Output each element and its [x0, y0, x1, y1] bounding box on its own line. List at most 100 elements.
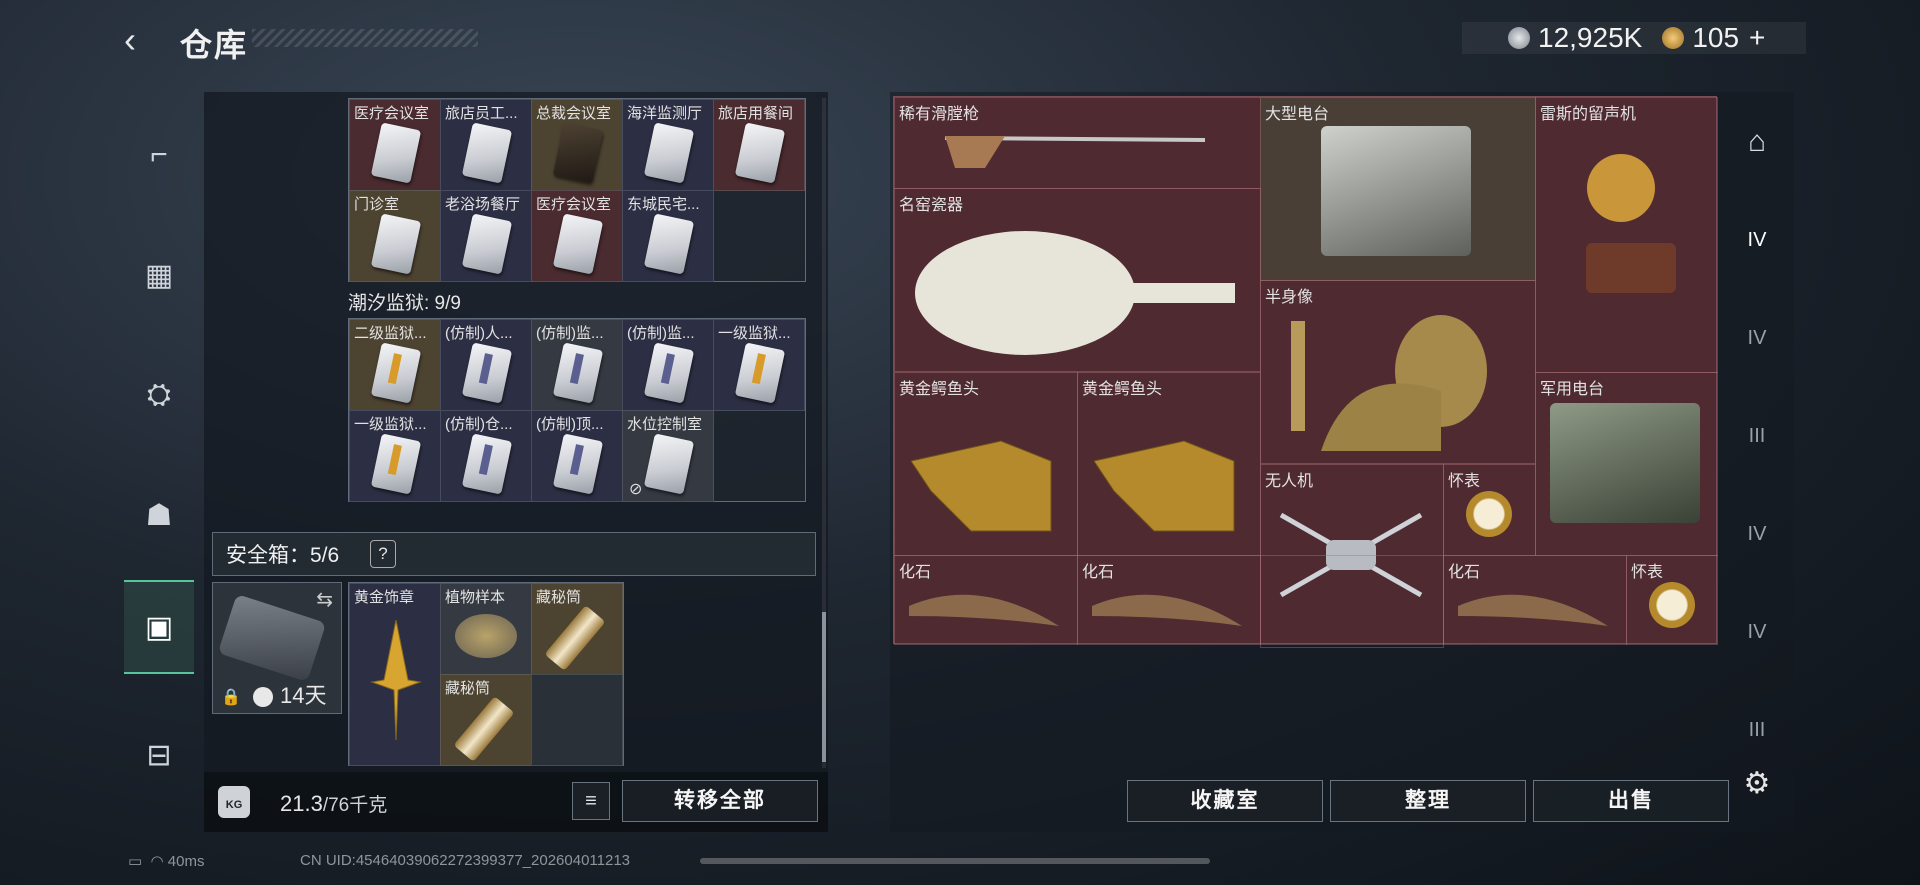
item-label: 海洋监测厅 — [627, 105, 703, 122]
safe-item[interactable]: 植物样本 — [440, 583, 532, 675]
keycard-item[interactable]: 二级监狱... — [349, 319, 441, 411]
stash-page-tab[interactable]: III — [1734, 416, 1780, 456]
safe-item-grid: 黄金饰章 植物样本 藏秘筒 藏秘筒 — [348, 582, 624, 766]
safebox-icon[interactable]: ▣ — [124, 580, 194, 674]
stash-item[interactable]: 稀有滑膛枪 — [894, 97, 1261, 189]
safe-capacity-label: 安全箱：5/6 — [226, 544, 340, 567]
card-stripe — [569, 353, 584, 385]
stash-page-nav: ⌂ IV IV III IV IV III ⚙ — [1724, 92, 1790, 832]
keycard-image — [643, 122, 695, 184]
add-gold-button[interactable]: + — [1749, 22, 1765, 54]
stash-item[interactable]: 名窑瓷器 — [894, 188, 1261, 372]
keycard-item[interactable]: (仿制)顶... — [531, 410, 623, 502]
chest-rig-icon[interactable]: ☗ — [124, 470, 194, 560]
organize-button[interactable]: 整理 — [1330, 780, 1526, 822]
bust-image — [1291, 315, 1487, 451]
no-insure-icon: ⊘ — [629, 481, 643, 498]
backpack-icon[interactable]: ⛭ — [124, 350, 194, 440]
transfer-all-button[interactable]: 转移全部 — [622, 780, 818, 822]
keycard-image — [461, 122, 513, 184]
sell-button[interactable]: 出售 — [1533, 780, 1729, 822]
empty-slot[interactable] — [531, 674, 623, 766]
settings-gear-icon[interactable]: ⚙ — [1734, 764, 1780, 804]
keycard-item[interactable]: 老浴场餐厅 — [440, 190, 532, 282]
keycard-item[interactable]: 海洋监测厅 — [622, 99, 714, 191]
keycard-image — [552, 342, 604, 404]
fossil-image — [1458, 594, 1608, 626]
keycard-image — [552, 433, 604, 495]
keycard-item[interactable]: (仿制)人... — [440, 319, 532, 411]
keycard-image — [643, 213, 695, 275]
item-label: (仿制)监... — [627, 325, 695, 342]
weight-readout: 21.3/76千克 — [280, 790, 387, 817]
safe-item[interactable]: 藏秘筒 — [531, 583, 623, 675]
gold-croc-head-image — [1094, 440, 1235, 532]
item-label: 怀表 — [1448, 473, 1481, 490]
stash-item[interactable]: 半身像 — [1260, 280, 1536, 464]
keycard-item[interactable]: 旅店用餐间 — [713, 99, 805, 191]
list-view-button[interactable]: ≡ — [572, 782, 610, 820]
stash-item[interactable]: 化石 — [894, 555, 1078, 645]
keycard-item[interactable]: (仿制)监... — [622, 319, 714, 411]
keycard-item[interactable]: 总裁会议室 — [531, 99, 623, 191]
card-stripe — [387, 444, 402, 476]
stash-page-tab[interactable]: IV — [1734, 612, 1780, 652]
item-label: 水位控制室 — [627, 416, 703, 433]
keycard-image — [370, 122, 422, 184]
stash-item[interactable]: 黄金鳄鱼头 — [1077, 372, 1261, 556]
keycard-item[interactable]: 旅店员工... — [440, 99, 532, 191]
card-stripe — [478, 353, 493, 385]
safe-item[interactable]: 黄金饰章 — [349, 583, 441, 766]
plant-sample-image — [455, 614, 517, 658]
keycard-item[interactable]: 医疗会议室 — [531, 190, 623, 282]
safebox-image — [217, 593, 327, 683]
stash-item[interactable]: 化石 — [1077, 555, 1261, 645]
keycard-item[interactable]: 医疗会议室 — [349, 99, 441, 191]
keycard-item[interactable]: 一级监狱... — [713, 319, 805, 411]
keycard-item[interactable]: (仿制)监... — [531, 319, 623, 411]
ping-readout: ▭ ◠ 40ms — [128, 852, 204, 870]
keycard-item[interactable]: 水位控制室 ⊘ — [622, 410, 714, 502]
silver-coin-icon — [1508, 27, 1530, 49]
item-label: 老浴场餐厅 — [445, 196, 521, 213]
safe-item[interactable]: 藏秘筒 — [440, 674, 532, 766]
scrollbar-thumb[interactable] — [822, 612, 826, 762]
swap-icon[interactable]: ⇆ — [316, 587, 333, 612]
item-label: 黄金鳄鱼头 — [1082, 381, 1163, 398]
musket-image — [945, 136, 1205, 168]
help-button[interactable]: ? — [370, 540, 396, 568]
stash-page-tab[interactable]: III — [1734, 710, 1780, 750]
weight-icon: KG — [218, 786, 250, 818]
silver-balance: 12,925K — [1538, 22, 1643, 53]
stash-item[interactable]: 怀表 — [1626, 555, 1718, 645]
stash-item[interactable]: 军用电台 — [1535, 372, 1718, 556]
item-label: 名窑瓷器 — [899, 197, 964, 214]
stash-item[interactable]: 大型电台 — [1260, 97, 1536, 281]
armor-icon[interactable]: ▦ — [124, 230, 194, 320]
safe-days-remaining: 14天 — [280, 683, 327, 708]
briefcase-icon[interactable]: ⊟ — [124, 710, 194, 800]
keycard-item[interactable]: 门诊室 — [349, 190, 441, 282]
card-stripe — [660, 353, 675, 385]
weight-capacity: /76千克 — [322, 795, 388, 816]
empty-slot[interactable] — [1260, 555, 1444, 645]
item-label: 军用电台 — [1540, 381, 1605, 398]
keycard-image — [370, 342, 422, 404]
stash-page-tab[interactable]: IV — [1734, 220, 1780, 260]
stash-item[interactable]: 怀表 — [1443, 464, 1536, 556]
back-arrow-icon[interactable]: ‹ — [124, 20, 164, 60]
collection-room-button[interactable]: 收藏室 — [1127, 780, 1323, 822]
keycard-item[interactable]: 东城民宅... — [622, 190, 714, 282]
stash-item[interactable]: 黄金鳄鱼头 — [894, 372, 1078, 556]
stash-page-tab[interactable]: IV — [1734, 318, 1780, 358]
stash-item[interactable]: 化石 — [1443, 555, 1627, 645]
keycard-image — [734, 122, 786, 184]
keycard-image — [643, 433, 695, 495]
keycard-item[interactable]: (仿制)仓... — [440, 410, 532, 502]
home-stash-icon[interactable]: ⌂ — [1734, 122, 1780, 162]
user-uid: CN UID:45464039062272399377_202604011213 — [300, 852, 631, 869]
keycard-item[interactable]: 一级监狱... — [349, 410, 441, 502]
gun-icon[interactable]: ⌐ — [124, 110, 194, 200]
stash-item[interactable]: 雷斯的留声机 — [1535, 97, 1718, 373]
stash-page-tab[interactable]: IV — [1734, 514, 1780, 554]
